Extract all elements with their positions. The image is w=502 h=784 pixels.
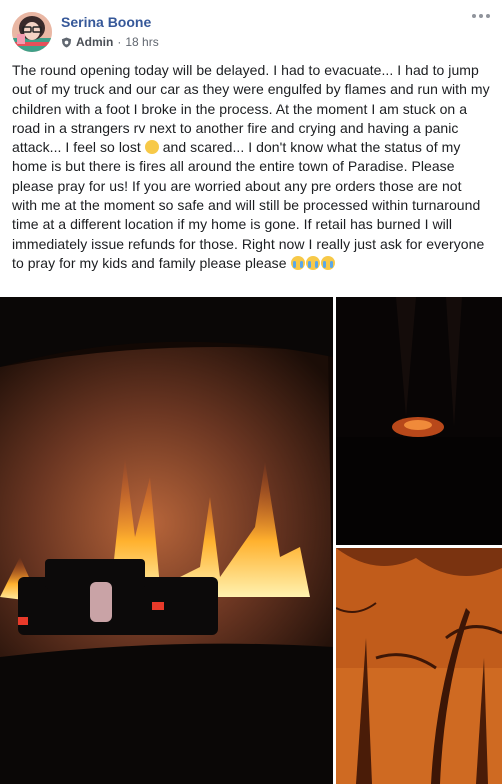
post-meta: Admin · 18 hrs: [61, 35, 159, 49]
author-name[interactable]: Serina Boone: [61, 14, 151, 30]
loudly-crying-face-icon: [305, 255, 320, 270]
loudly-crying-face-icon: [320, 255, 335, 270]
photo-fire-through-windshield[interactable]: [0, 297, 333, 784]
facebook-post: Serina Boone Admin · 18 hrs The round op…: [0, 0, 502, 784]
post-timestamp[interactable]: 18 hrs: [125, 35, 158, 49]
post-header: Serina Boone Admin · 18 hrs: [0, 0, 502, 58]
photo-fire-at-night[interactable]: [336, 297, 502, 545]
disappointed-face-icon: [144, 140, 159, 155]
loudly-crying-face-icon: [290, 255, 305, 270]
author-avatar[interactable]: [12, 12, 52, 52]
more-options-icon[interactable]: [470, 8, 492, 24]
author-role: Admin: [76, 35, 114, 49]
post-text-part2: and scared... I don't know what the stat…: [12, 139, 485, 271]
meta-separator: ·: [117, 35, 122, 49]
admin-badge-icon: [61, 36, 72, 48]
post-text: The round opening today will be delayed.…: [12, 61, 490, 273]
photo-orange-smoke-trees[interactable]: [336, 548, 502, 784]
